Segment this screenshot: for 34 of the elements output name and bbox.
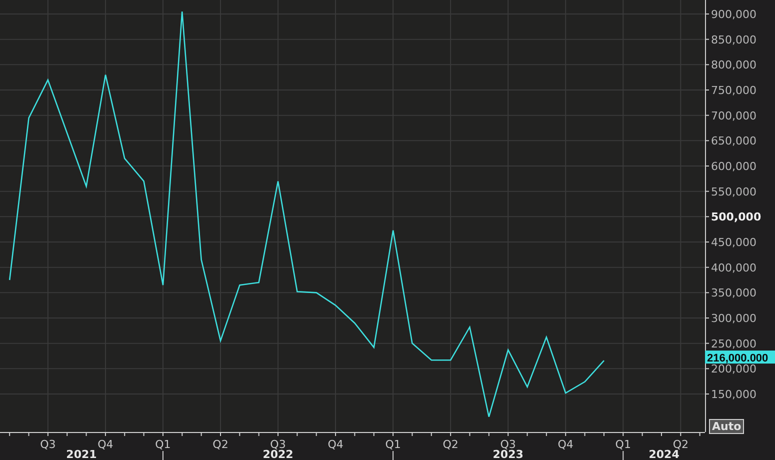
axis-label: 550,000: [711, 185, 756, 198]
axis-label: 200,000: [711, 362, 756, 376]
axis-label: 700,000: [711, 109, 756, 122]
axis-label: 300,000: [711, 312, 756, 325]
year-label: 2021: [66, 448, 97, 460]
axis-label: 600,000: [711, 160, 756, 173]
axis-label: Q3: [40, 438, 56, 451]
axis-label: 800,000: [711, 58, 756, 72]
axis-label: 750,000: [711, 84, 756, 97]
axis-label: Q1: [615, 438, 631, 451]
axis-label: 400,000: [711, 261, 756, 274]
axis-label: Q2: [442, 438, 458, 451]
axis-label: 450,000: [711, 236, 756, 249]
axis-label: Q3: [500, 438, 516, 451]
last-value-label: 216,000.000: [705, 350, 775, 365]
axis-label: 900,000: [711, 8, 756, 21]
axis-label: 850,000: [711, 33, 756, 46]
year-label: 2022: [262, 448, 294, 460]
axis-label: Q4: [328, 438, 344, 451]
axis-label: 650,000: [711, 134, 756, 148]
axis-label: Q2: [212, 438, 228, 451]
axis-label: Q4: [558, 438, 574, 451]
axis-label: 500,000: [711, 210, 762, 224]
year-label: 2024: [648, 448, 680, 460]
axis-label: Q1: [155, 438, 171, 451]
year-label: 2023: [492, 448, 524, 460]
axis-label: Q2: [672, 438, 688, 451]
axis-label: 350,000: [711, 286, 756, 300]
axis-label: 250,000: [711, 337, 756, 350]
auto-button[interactable]: Auto: [709, 419, 744, 434]
axis-label: Q4: [98, 438, 114, 451]
axis-label: Q3: [270, 438, 286, 451]
axis-label: Q1: [385, 438, 401, 451]
axis-label: 150,000: [711, 388, 756, 401]
